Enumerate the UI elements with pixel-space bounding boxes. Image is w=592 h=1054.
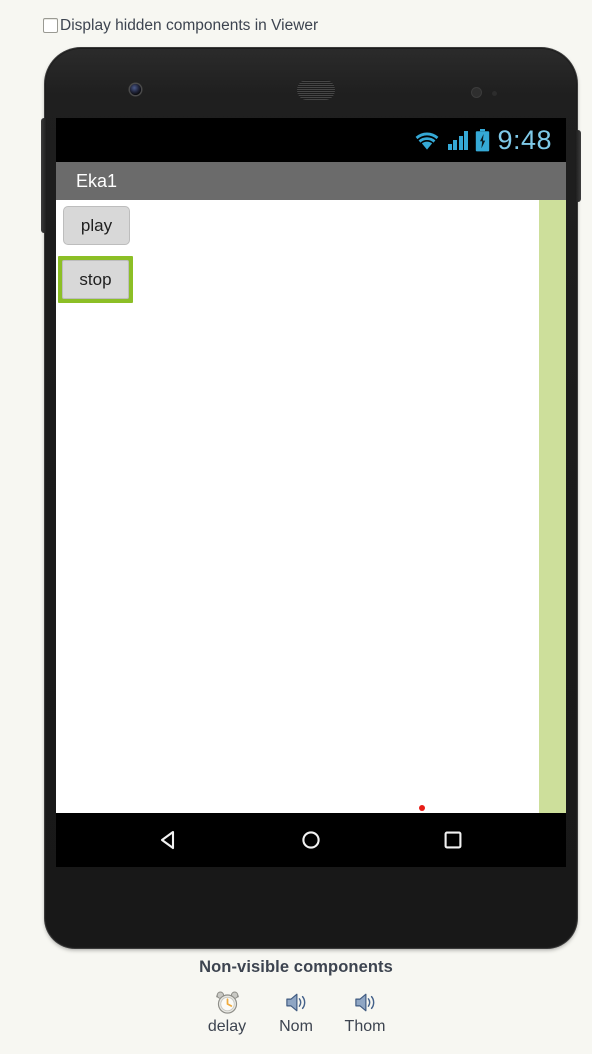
cellular-signal-icon [447,130,469,150]
play-button[interactable]: play [63,206,130,245]
earpiece-speaker-icon [297,80,335,100]
app-canvas[interactable]: play stop [56,200,566,813]
non-visible-component-delay[interactable]: delay [197,989,257,1036]
home-circle-icon[interactable] [296,825,326,855]
android-navigation-bar [56,813,566,867]
display-hidden-components-toggle[interactable]: Display hidden components in Viewer [43,16,318,35]
app-title-bar: Eka1 [56,162,566,200]
proximity-sensor-icon [472,88,481,97]
stop-button-selection-outline: stop [58,256,133,303]
designer-viewer-panel: Display hidden components in Viewer 9:48… [0,0,592,1054]
wifi-icon [415,132,439,150]
android-status-bar: 9:48 [56,118,566,162]
non-visible-component-nom[interactable]: Nom [266,989,326,1036]
display-hidden-components-label: Display hidden components in Viewer [60,17,319,34]
light-sensor-icon [492,91,497,96]
recents-square-icon[interactable] [438,825,468,855]
front-camera-icon [130,84,141,95]
back-triangle-icon[interactable] [154,825,184,855]
battery-charging-icon [476,128,490,151]
non-visible-component-thom[interactable]: Thom [335,989,395,1036]
speaker-sound-icon [353,989,378,1015]
non-visible-components-section: Non-visible components delay Nom Thom [0,958,592,1036]
app-title: Eka1 [76,170,118,191]
power-button[interactable] [575,130,581,202]
canvas-marker-dot [419,805,425,811]
non-visible-components-list: delay Nom Thom [0,989,592,1036]
stop-button[interactable]: stop [62,260,129,299]
clock-alarm-icon [215,989,240,1015]
phone-screen: 9:48 Eka1 play stop [56,118,566,867]
phone-mockup: 9:48 Eka1 play stop [41,48,581,948]
speaker-sound-icon [284,989,309,1015]
non-visible-component-label: Nom [279,1018,313,1035]
status-bar-clock: 9:48 [497,124,552,155]
non-visible-components-title: Non-visible components [199,958,393,976]
volume-rocker-button[interactable] [41,118,47,233]
checkbox-unchecked-icon[interactable] [43,18,58,33]
canvas-scrollbar[interactable] [539,200,566,813]
non-visible-component-label: Thom [344,1018,386,1035]
non-visible-component-label: delay [207,1018,247,1035]
